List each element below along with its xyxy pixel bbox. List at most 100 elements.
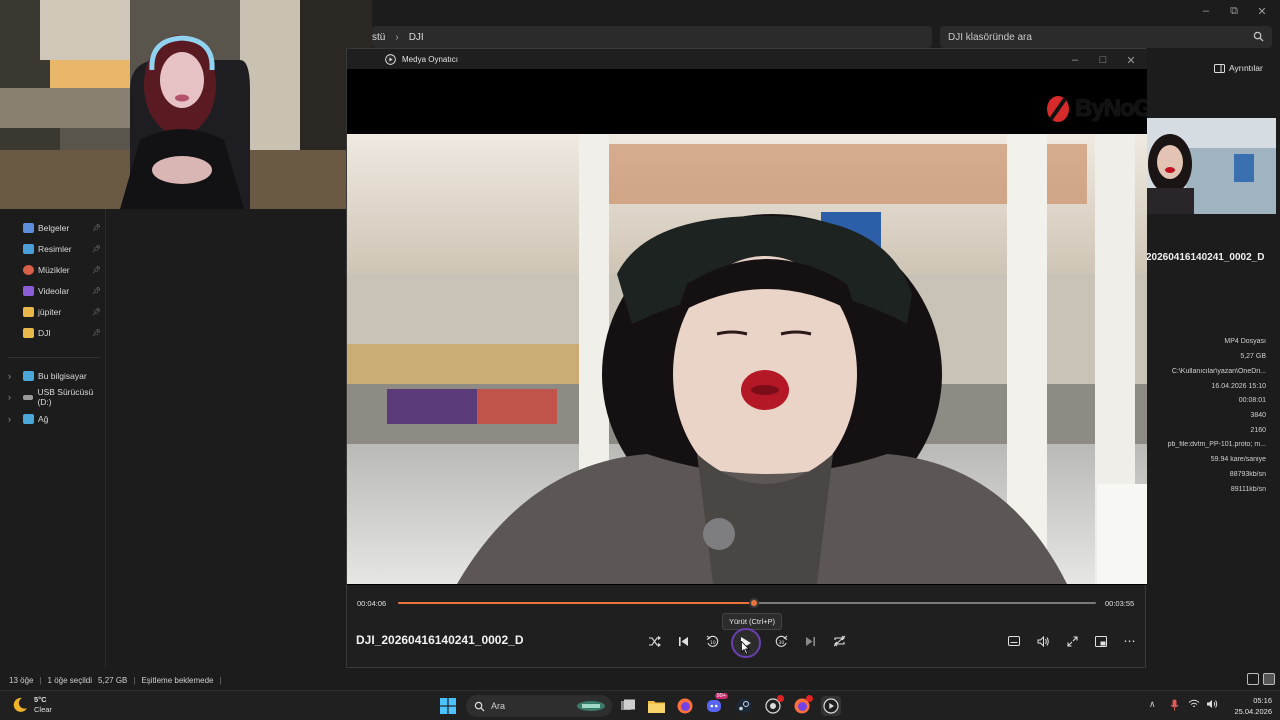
fullscreen-button[interactable] xyxy=(1060,629,1084,653)
chevron-right-icon[interactable]: › xyxy=(8,371,11,381)
more-options-button[interactable]: ⋯ xyxy=(1118,629,1142,653)
forward-30-icon: 30 xyxy=(775,635,788,648)
sidebar-item-usb-drive[interactable]: › USB Sürücüsü (D:) xyxy=(0,387,106,407)
maximize-button[interactable]: □ xyxy=(1089,49,1117,71)
pin-icon: 📌︎ xyxy=(92,225,101,232)
sidebar-item-label: Ağ xyxy=(38,414,49,424)
volume-button[interactable] xyxy=(1031,629,1055,653)
breadcrumb-item[interactable]: stü xyxy=(372,32,385,43)
captions-button[interactable] xyxy=(1002,629,1026,653)
search-input[interactable]: DJI klasöründe ara xyxy=(940,26,1272,48)
now-playing-title: DJI_20260416140241_0002_D xyxy=(356,633,524,647)
status-bar: 13 öğe | 1 öğe seçildi 5,27 GB | Eşitlem… xyxy=(0,672,1280,688)
repeat-button[interactable] xyxy=(827,629,851,653)
breadcrumb-item[interactable]: DJI xyxy=(409,32,424,43)
sidebar-item-label: Resimler xyxy=(38,244,72,254)
previous-button[interactable] xyxy=(671,629,695,653)
restore-button[interactable]: ⧉ xyxy=(1220,0,1248,22)
sidebar-item-label: USB Sürücüsü (D:) xyxy=(37,387,94,407)
minimize-button[interactable]: – xyxy=(1061,49,1089,71)
github-desktop-button[interactable] xyxy=(763,695,784,716)
chevron-right-icon: › xyxy=(395,31,399,43)
pin-icon: 📌︎ xyxy=(92,330,101,337)
taskbar-search[interactable]: Ara xyxy=(466,695,612,717)
task-view-icon xyxy=(620,699,636,713)
steam-button[interactable] xyxy=(734,696,754,716)
discord-icon xyxy=(706,698,722,714)
detail-height: 2160 xyxy=(1250,427,1266,434)
rewind-10-button[interactable]: 10 xyxy=(700,629,724,653)
mini-player-button[interactable] xyxy=(1089,629,1113,653)
detail-total-bitrate: 89111kb/sn xyxy=(1230,486,1266,493)
wifi-icon[interactable] xyxy=(1188,699,1200,709)
sidebar-item-jupiter[interactable]: jüpiter 📌︎ xyxy=(0,302,106,322)
details-view-button[interactable] xyxy=(1247,673,1259,685)
view-toggles xyxy=(1247,673,1275,685)
forward-30-button[interactable]: 30 xyxy=(769,629,793,653)
media-player-window: Medya Oynatıcı – □ ✕ ByNoGame xyxy=(346,48,1147,668)
minimize-button[interactable]: – xyxy=(1192,0,1220,22)
video-area[interactable]: ByNoGame xyxy=(347,69,1147,585)
rewind-10-icon: 10 xyxy=(706,635,719,648)
sidebar-item-this-pc[interactable]: › Bu bilgisayar xyxy=(0,366,106,386)
folder-icon xyxy=(647,699,665,713)
seek-bar[interactable] xyxy=(398,598,1096,608)
weather-widget[interactable]: 5°C Clear xyxy=(12,695,52,715)
fullscreen-icon xyxy=(1066,635,1078,647)
remaining-time: 00:03:55 xyxy=(1105,599,1135,608)
detail-type: MP4 Dosyası xyxy=(1224,338,1266,345)
pin-icon: 📌︎ xyxy=(92,288,101,295)
sidebar-item-videos[interactable]: Videolar 📌︎ xyxy=(0,281,106,301)
divider: | xyxy=(133,675,136,685)
chevron-right-icon[interactable]: › xyxy=(8,414,11,424)
divider: | xyxy=(219,675,222,685)
item-count: 13 öğe xyxy=(9,675,34,685)
folder-icon xyxy=(23,328,34,338)
navigation-pane: Belgeler 📌︎ Resimler 📌︎ Müzikler 📌︎ Vide… xyxy=(0,208,106,668)
detail-metadata: pb_file:dvtm_PP-101.proto; m... xyxy=(1167,441,1266,448)
chevron-up-icon[interactable]: ∧ xyxy=(1149,699,1156,710)
documents-icon xyxy=(23,223,34,233)
sidebar-item-label: jüpiter xyxy=(38,307,62,317)
previous-icon xyxy=(678,636,689,647)
sidebar-item-documents[interactable]: Belgeler 📌︎ xyxy=(0,218,106,238)
sidebar-item-pictures[interactable]: Resimler 📌︎ xyxy=(0,239,106,259)
play-tooltip: Yürüt (Ctrl+P) xyxy=(722,613,783,630)
notification-dot xyxy=(806,695,813,702)
sidebar-item-music[interactable]: Müzikler 📌︎ xyxy=(0,260,106,280)
next-button[interactable] xyxy=(798,629,822,653)
elapsed-time: 00:04:06 xyxy=(357,599,387,608)
task-view-button[interactable] xyxy=(618,696,638,716)
tiles-view-button[interactable] xyxy=(1263,673,1275,685)
svg-text:10: 10 xyxy=(710,640,716,646)
seek-handle[interactable] xyxy=(748,598,759,608)
microphone-icon[interactable] xyxy=(1170,699,1179,711)
music-icon xyxy=(23,265,34,275)
sidebar-item-label: Belgeler xyxy=(38,223,70,233)
shuffle-button[interactable] xyxy=(642,629,666,653)
folder-icon xyxy=(23,307,34,317)
file-explorer-button[interactable] xyxy=(646,696,666,716)
details-button[interactable]: Ayrıntılar xyxy=(1214,63,1263,73)
start-button[interactable] xyxy=(438,696,458,716)
close-button[interactable]: ✕ xyxy=(1117,49,1145,71)
volume-icon[interactable] xyxy=(1206,699,1218,709)
search-icon xyxy=(1253,31,1264,42)
windows-icon xyxy=(440,698,456,714)
firefox-button[interactable] xyxy=(675,696,695,716)
media-player-taskbar-button[interactable] xyxy=(821,696,841,716)
address-bar[interactable]: stü › DJI xyxy=(372,26,932,48)
sidebar-item-dji[interactable]: DJI 📌︎ xyxy=(0,323,106,343)
chevron-right-icon[interactable]: › xyxy=(8,392,11,402)
detail-width: 3840 xyxy=(1250,412,1266,419)
firefox-alt-button[interactable] xyxy=(792,695,813,716)
close-button[interactable]: ✕ xyxy=(1248,0,1276,22)
watermark-text: ByNoGame xyxy=(1075,95,1147,122)
sidebar-item-network[interactable]: › Ağ xyxy=(0,409,106,429)
discord-button[interactable]: 99+ xyxy=(704,693,728,716)
detail-path: C:\Kullanıcılar\yazan\OneDri... xyxy=(1171,368,1266,375)
seek-progress xyxy=(398,602,754,604)
file-preview-thumbnail xyxy=(1146,118,1276,214)
firefox-icon xyxy=(677,698,693,714)
system-clock[interactable]: 05:16 25.04.2026 xyxy=(1222,695,1272,717)
